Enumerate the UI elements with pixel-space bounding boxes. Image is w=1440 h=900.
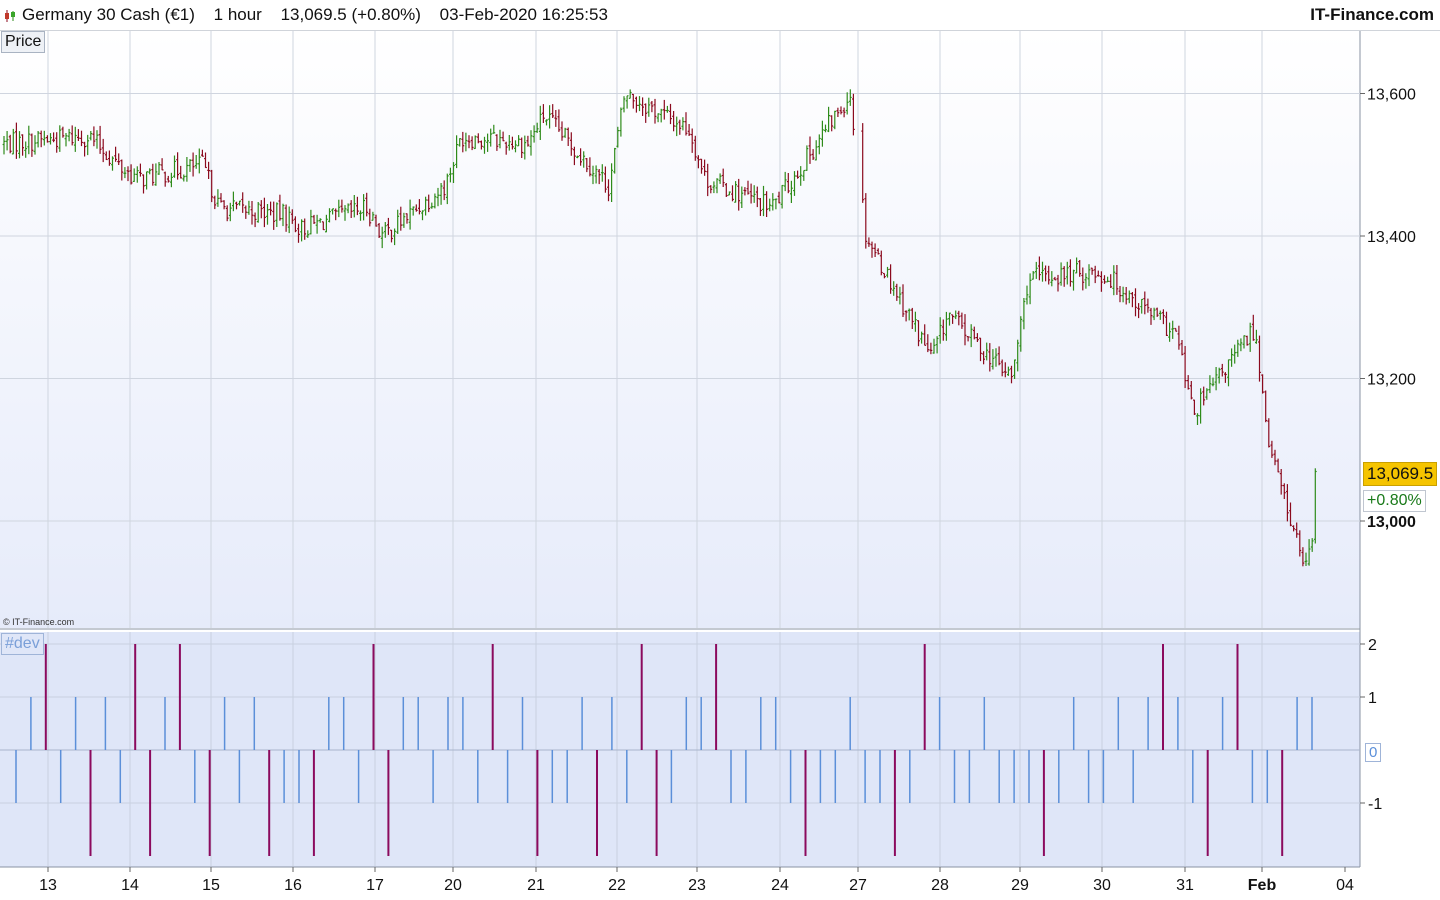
x-tick-label: 14 [121,877,139,894]
title-bar: Germany 30 Cash (€1) 1 hour 13,069.5 (+0… [0,0,1440,31]
x-tick-label: 22 [608,877,626,894]
x-tick-label: 17 [366,877,384,894]
zero-tag: 0 [1365,743,1382,762]
x-tick-label: 27 [849,877,867,894]
x-tick-label: 20 [444,877,462,894]
dev-tick-label: 2 [1368,637,1377,654]
instrument-name: Germany 30 Cash (€1) [22,5,195,24]
quote-datetime: 03-Feb-2020 16:25:53 [439,5,608,24]
price-tick-label: 13,600 [1367,87,1416,104]
x-tick-label: 21 [527,877,545,894]
price-panel-label[interactable]: Price [1,31,46,53]
last-price-tag: 13,069.5 [1363,462,1438,486]
indicator-panel-label[interactable]: #dev [1,633,44,655]
x-tick-label: 28 [931,877,949,894]
price-tick-label: 13,200 [1367,372,1416,389]
price-tick-label: 13,000 [1367,514,1416,531]
brand-name: IT-Finance.com [1310,5,1434,24]
x-tick-label: 31 [1176,877,1194,894]
x-tick-label: 23 [688,877,706,894]
price-tick-label: 13,400 [1367,229,1416,246]
x-tick-label: 29 [1011,877,1029,894]
chart-area[interactable]: 13,00013,20013,40013,600-112 13 14 15 16 17 2… [0,31,1440,900]
x-tick-label: 16 [284,877,302,894]
x-tick-label: 15 [202,877,220,894]
x-tick-label: 24 [771,877,789,894]
last-quote: 13,069.5 (+0.80%) [280,5,421,24]
dev-tick-label: 1 [1368,690,1377,707]
x-tick-label: 30 [1093,877,1111,894]
x-tick-label: 04 [1336,877,1354,894]
candlestick-icon [5,10,15,22]
chart-title: Germany 30 Cash (€1) 1 hour 13,069.5 (+0… [22,5,622,25]
dev-tick-label: -1 [1368,796,1382,813]
x-tick-label: 13 [39,877,57,894]
x-tick-label: Feb [1248,877,1277,894]
change-tag: +0.80% [1363,490,1426,512]
timeframe-label: 1 hour [213,5,262,24]
copyright-note: © IT-Finance.com [3,617,74,627]
